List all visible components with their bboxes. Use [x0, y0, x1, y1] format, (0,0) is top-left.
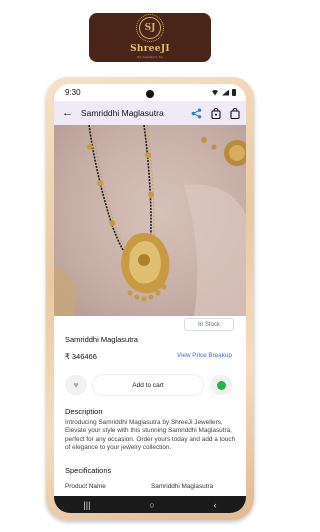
specifications-heading: Specifications [65, 466, 112, 475]
home-icon[interactable]: ○ [149, 500, 154, 510]
spec-key: Product Name [65, 483, 106, 490]
favorite-button[interactable]: ♥ [65, 375, 87, 395]
system-nav-bar: ||| ○ ‹ [54, 496, 246, 513]
phone-frame: 9:30 ← Samriddhi Maglasutra In Stock Sam… [46, 77, 254, 520]
wifi-icon [211, 89, 219, 96]
add-to-cart-button[interactable]: Add to cart [92, 374, 204, 396]
phone-screen: 9:30 ← Samriddhi Maglasutra In Stock Sam… [54, 84, 246, 513]
description-text: Introducing Samriddhi Maglasutra by Shre… [65, 419, 236, 451]
back-arrow-icon[interactable]: ← [62, 107, 73, 119]
status-icons [211, 89, 236, 96]
stock-status-badge: In Stock [184, 318, 234, 331]
recents-icon[interactable]: ||| [83, 500, 90, 510]
share-icon[interactable] [191, 108, 202, 119]
price-breakup-link[interactable]: View Price Breakup [177, 352, 232, 359]
back-icon[interactable]: ‹ [214, 500, 217, 510]
whatsapp-button[interactable] [210, 375, 232, 395]
whatsapp-icon [216, 380, 226, 390]
app-bar-actions [191, 107, 240, 119]
brand-name: ShreeJI [130, 43, 170, 54]
shopping-bag-icon[interactable] [211, 107, 221, 119]
product-price: ₹ 346466 [65, 352, 97, 361]
signal-icon [222, 89, 229, 96]
page-title: Samriddhi Maglasutra [81, 108, 164, 118]
spec-value: Samriddhi Maglasutra [151, 483, 214, 490]
product-name: Samriddhi Maglasutra [65, 335, 138, 344]
brand-monogram: SJ [136, 13, 164, 42]
brand-tagline: SJ Jewellers SJ [137, 54, 163, 59]
battery-icon [232, 89, 236, 96]
description-heading: Description [65, 407, 103, 416]
cart-bag-icon[interactable] [230, 107, 240, 119]
heart-icon: ♥ [73, 380, 79, 390]
product-image [54, 125, 246, 316]
app-bar: ← Samriddhi Maglasutra [54, 101, 246, 125]
status-time: 9:30 [65, 88, 81, 97]
camera-cutout [146, 90, 154, 98]
brand-logo: SJ ShreeJI SJ Jewellers SJ [89, 13, 211, 62]
spec-row: Product Name Samriddhi Maglasutra [65, 483, 237, 490]
